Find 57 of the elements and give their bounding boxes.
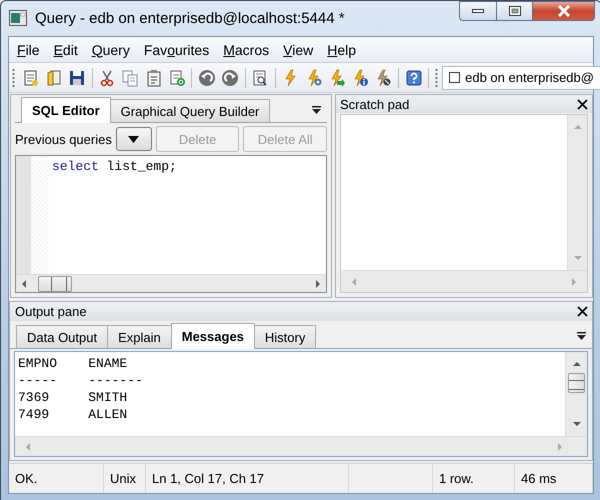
vertical-scrollbar[interactable] (565, 352, 587, 436)
redo-icon[interactable] (221, 68, 240, 86)
status-field: OK. (9, 464, 104, 493)
undo-icon[interactable] (198, 68, 216, 86)
maximize-button[interactable] (497, 1, 533, 21)
status-field: Ln 1, Col 17, Ch 17 (146, 464, 349, 493)
pane-title: Output pane (15, 304, 87, 319)
close-icon[interactable] (577, 306, 588, 317)
maximize-icon (508, 6, 520, 16)
connection-selector[interactable]: edb on enterprisedb@ (442, 66, 600, 90)
tab[interactable]: Data Output (16, 325, 108, 348)
caret-icon (128, 136, 140, 142)
document-search-icon[interactable] (251, 68, 270, 86)
menu-item[interactable]: Query (84, 40, 137, 60)
code-line: select list_emp; (51, 158, 177, 174)
scrollbar-thumb[interactable] (38, 276, 72, 292)
tab[interactable]: Messages (170, 323, 255, 349)
previous-queries-label: Previous queries (15, 132, 112, 146)
tab[interactable]: Graphical Query Builder (110, 99, 270, 122)
scratch-pad-field[interactable] (341, 115, 567, 270)
status-field: Unix (104, 464, 146, 493)
menu-item[interactable]: Edit (46, 40, 85, 60)
status-field: 46 ms (515, 464, 593, 493)
app-icon (9, 10, 27, 26)
close-icon[interactable] (577, 98, 588, 110)
menu-item[interactable]: File (10, 40, 47, 60)
status-field: 1 row. (433, 464, 515, 493)
messages-text: EMPNO ENAME ----- ------- 7369 SMITH 7499 ALLEN (18, 355, 144, 423)
help-icon[interactable] (404, 68, 423, 86)
menu-item[interactable]: Macros (216, 40, 276, 60)
horizontal-scrollbar[interactable] (16, 274, 326, 292)
folder-icon[interactable] (44, 68, 63, 86)
minimize-icon (472, 9, 484, 13)
menu-item[interactable]: Favourites (136, 40, 216, 60)
scroll-up-icon[interactable] (572, 360, 582, 368)
document-icon[interactable] (22, 68, 40, 86)
window-title: Query - edb on enterprisedb@localhost:5444 * (35, 10, 345, 26)
close-button[interactable] (533, 1, 595, 21)
checkbox[interactable] (449, 72, 460, 83)
menu-item[interactable]: Help (320, 40, 364, 60)
pane-title: Scratch pad (340, 96, 410, 112)
scroll-right-icon[interactable] (313, 278, 323, 290)
tab-list-icon[interactable] (577, 332, 586, 340)
copy-icon[interactable] (121, 68, 140, 86)
document-refresh-icon[interactable] (168, 68, 186, 86)
minimize-button[interactable] (459, 1, 497, 21)
scroll-down-icon[interactable] (572, 420, 582, 428)
previous-queries-dropdown[interactable] (116, 127, 152, 151)
menu-item[interactable]: View (276, 40, 320, 60)
tab[interactable]: SQL Editor (21, 97, 111, 123)
close-icon (556, 5, 570, 17)
tab[interactable]: Explain (107, 325, 172, 348)
scrollbar-thumb[interactable] (568, 373, 585, 393)
sql-editor[interactable]: select list_emp; (15, 155, 327, 293)
tab[interactable]: History (254, 325, 316, 348)
tab-list-icon[interactable] (312, 106, 321, 114)
clipboard-icon[interactable] (144, 68, 163, 86)
